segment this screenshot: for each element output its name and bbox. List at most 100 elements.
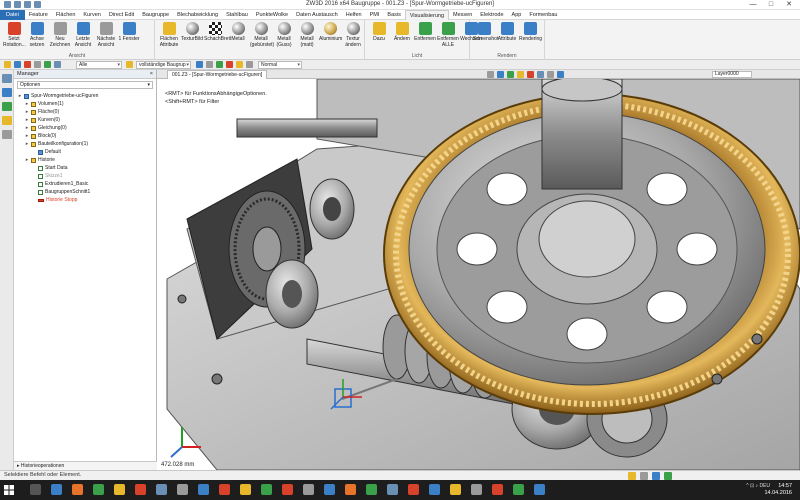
tree-item[interactable]: ▸ Spur-Wormgetriebe-ucFiguren — [18, 92, 99, 100]
tree-item[interactable]: Start Data — [32, 164, 68, 172]
taskbar-app-icon[interactable] — [345, 484, 356, 495]
grid-icon[interactable] — [246, 61, 253, 68]
views-icon[interactable] — [2, 116, 12, 125]
select-all-icon[interactable] — [126, 61, 133, 68]
tree-item[interactable]: ▸ Gleichung(0) — [25, 124, 67, 132]
taskbar-app-icon[interactable] — [30, 484, 41, 495]
tab-punktewolke[interactable]: PunkteWolke — [252, 10, 292, 20]
tab-formenbau[interactable]: Formenbau — [525, 10, 561, 20]
tab-elektrode[interactable]: Elektrode — [476, 10, 507, 20]
taskbar-app-icon[interactable] — [72, 484, 83, 495]
ribbon-button-flächen-attribute[interactable]: Flächen Attribute — [158, 22, 180, 48]
lock-icon[interactable] — [236, 61, 243, 68]
taskbar-app-icon[interactable] — [135, 484, 146, 495]
grid-status-icon[interactable] — [640, 472, 648, 480]
tab-messen[interactable]: Messen — [449, 10, 476, 20]
ribbon-button-rendering[interactable]: Rendering — [519, 22, 542, 43]
document-tab[interactable]: 001.Z3 - [Spur-Wormgetriebe-ucFiguren] — [167, 70, 268, 79]
tab-datei[interactable]: Datei — [0, 9, 25, 20]
ribbon-button-achse-setzen[interactable]: Achse setzen — [26, 22, 48, 48]
options-select[interactable]: Optionen ▾ — [17, 81, 153, 89]
taskbar-app-icon[interactable] — [492, 484, 503, 495]
locate-icon[interactable] — [216, 61, 223, 68]
taskbar-app-icon[interactable] — [219, 484, 230, 495]
expand-icon[interactable]: ▸ — [25, 108, 29, 116]
taskbar-app-icon[interactable] — [198, 484, 209, 495]
snap-status-icon[interactable] — [652, 472, 660, 480]
ribbon-button-textur-ändern[interactable]: Textur ändern — [342, 22, 364, 48]
tab-pmi[interactable]: PMI — [366, 10, 384, 20]
ribbon-button-entfernen-alle[interactable]: Entfernen ALLE — [437, 22, 459, 48]
taskbar-app-icon[interactable] — [324, 484, 335, 495]
wireframe-icon[interactable] — [547, 71, 554, 78]
expand-icon[interactable]: ▸ — [18, 92, 22, 100]
maximize-button[interactable]: □ — [762, 0, 780, 9]
taskbar-app-icon[interactable] — [240, 484, 251, 495]
taskbar-app-icon[interactable] — [366, 484, 377, 495]
minimize-button[interactable]: — — [744, 0, 762, 9]
pick-filter-icon[interactable] — [196, 61, 203, 68]
layers-icon[interactable] — [2, 102, 12, 111]
tab-kurven[interactable]: Kurven — [79, 10, 104, 20]
tree-item[interactable]: ▸ Volumen(1) — [25, 100, 64, 108]
pick-icon[interactable] — [4, 61, 11, 68]
zoom-icon[interactable] — [487, 71, 494, 78]
ribbon-button-entfernen[interactable]: Entfernen — [414, 22, 436, 43]
tab-feature[interactable]: Feature — [25, 10, 52, 20]
expand-icon[interactable]: ▸ — [25, 132, 29, 140]
manager-icon[interactable] — [2, 74, 12, 83]
taskbar-app-icon[interactable] — [429, 484, 440, 495]
taskbar-app-icon[interactable] — [177, 484, 188, 495]
snap-icon[interactable] — [34, 61, 41, 68]
3d-viewport[interactable]: <RMT> für FunktionsAbhängigeOptionen. <S… — [157, 79, 800, 470]
view-status-icon[interactable] — [664, 472, 672, 480]
ribbon-button-schachbrett[interactable]: SchachBrett — [204, 22, 231, 43]
pan-icon[interactable] — [497, 71, 504, 78]
rotate-icon[interactable] — [507, 71, 514, 78]
taskbar-app-icon[interactable] — [114, 484, 125, 495]
taskbar-app-icon[interactable] — [156, 484, 167, 495]
filter-select[interactable]: Alle ▾ — [76, 61, 122, 69]
tab-helfen[interactable]: Helfen — [342, 10, 366, 20]
ribbon-button-screenshot[interactable]: Screenshot — [473, 22, 498, 43]
taskbar-app-icon[interactable] — [450, 484, 461, 495]
ribbon-button-metall-guss-[interactable]: Metall (Guss) — [273, 22, 295, 48]
tab-direct-edit[interactable]: Direct Edit — [105, 10, 138, 20]
expand-icon[interactable]: ▸ — [25, 100, 29, 108]
tab-basis[interactable]: Basis — [383, 10, 404, 20]
expand-icon[interactable]: ▸ — [25, 140, 29, 148]
ribbon-button-metall[interactable]: Metall — [227, 22, 249, 43]
ribbon-button-metall-gebürstet-[interactable]: Metall (gebürstet) — [250, 22, 274, 48]
scope-select[interactable]: vollständige Baugrup ▾ — [136, 61, 191, 69]
section-icon[interactable] — [527, 71, 534, 78]
tree-item[interactable]: ▸ Historie — [25, 156, 55, 164]
ribbon-button-setzt-rotation-[interactable]: Setzt Rotation... — [3, 22, 26, 48]
tree-item[interactable]: BaugruppenSchnitt1 — [32, 188, 90, 196]
ribbon-button-nächste-ansicht[interactable]: Nächste Ansicht — [95, 22, 117, 48]
settings-icon[interactable] — [206, 61, 213, 68]
tree-item[interactable]: ▸ Block(0) — [25, 132, 57, 140]
highlight-icon[interactable] — [24, 61, 31, 68]
tab-baugruppe[interactable]: Baugruppe — [138, 10, 173, 20]
layer-select[interactable]: Layer0000 — [712, 71, 752, 78]
shading-icon[interactable] — [537, 71, 544, 78]
tree-item[interactable]: Historie Stopp — [32, 196, 77, 204]
ribbon-button-aluminium[interactable]: Aluminium — [319, 22, 342, 43]
taskbar-app-icon[interactable] — [534, 484, 545, 495]
tab-blechabwicklung[interactable]: Blechabwicklung — [173, 10, 222, 20]
taskbar-app-icon[interactable] — [387, 484, 398, 495]
ribbon-button-letzte-ansicht[interactable]: Letzte Ansicht — [72, 22, 94, 48]
tab-app[interactable]: App — [508, 10, 526, 20]
taskbar-app-icon[interactable] — [51, 484, 62, 495]
history-icon[interactable] — [2, 88, 12, 97]
tab-visualisierung[interactable]: Visualisierung — [404, 9, 450, 20]
ribbon-button-attribute[interactable]: Attribute — [496, 22, 518, 43]
tree-item[interactable]: Default — [32, 148, 61, 156]
ribbon-button-neu-zeichnen[interactable]: Neu Zeichnen — [49, 22, 71, 48]
taskbar-app-icon[interactable] — [303, 484, 314, 495]
ribbon-button-texturbild[interactable]: TexturBild — [181, 22, 203, 43]
filter-icon[interactable] — [14, 61, 21, 68]
fit-icon[interactable] — [517, 71, 524, 78]
clear-icon[interactable] — [226, 61, 233, 68]
windows-start-icon[interactable] — [4, 485, 14, 495]
